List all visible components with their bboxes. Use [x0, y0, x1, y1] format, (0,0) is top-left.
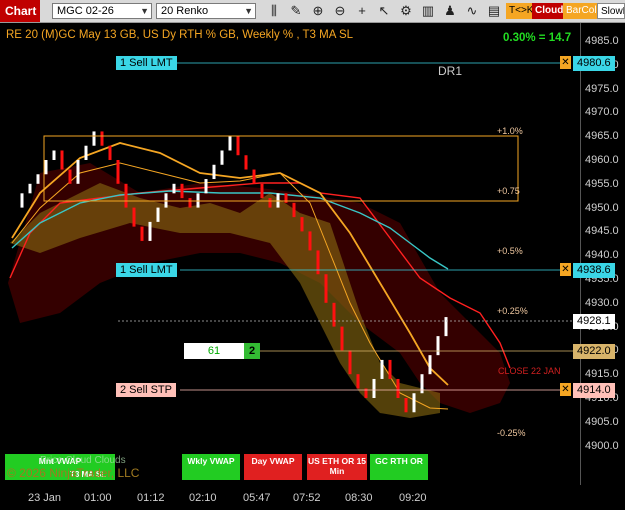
x-tick-label: 02:10	[189, 492, 217, 504]
bar-type-selector[interactable]: 20 Renko ▼	[156, 3, 256, 19]
price-chart	[8, 62, 575, 418]
position-price-tag: 4922.0	[573, 344, 615, 359]
dr-label: DR1	[438, 64, 463, 78]
gc-rth-or-button[interactable]: GC RTH OR	[370, 454, 428, 480]
x-tick-label: 01:12	[137, 492, 165, 504]
y-tick-label: 4950.0	[585, 201, 619, 214]
order-price-tag: 4980.6	[573, 56, 615, 71]
strategy-icon[interactable]: ♟	[442, 3, 458, 19]
properties-icon[interactable]: ⚙	[398, 3, 414, 19]
y-tick-label: 4930.0	[585, 296, 619, 309]
zoom-in-icon[interactable]: ⊕	[310, 3, 326, 19]
barcol-button[interactable]: BarCol	[563, 3, 600, 19]
last-price-tag: 4928.1	[573, 314, 615, 329]
x-tick-label: 05:47	[243, 492, 271, 504]
wkly-vwap-button[interactable]: Wkly VWAP	[182, 454, 240, 480]
pct-level-label: -0.25%	[497, 428, 526, 438]
day-vwap-button[interactable]: Day VWAP	[244, 454, 302, 480]
zoom-out-icon[interactable]: ⊖	[332, 3, 348, 19]
bar-style-icon[interactable]: ⫼	[266, 3, 282, 19]
x-tick-label: 23 Jan	[28, 492, 62, 504]
range-stat: 0.30% = 14.7	[503, 32, 572, 44]
order-price-tag: 4914.0	[573, 383, 615, 398]
chart-toolbar: Chart MGC 02-26 ▼ 20 Renko ▼ ⫼ ✎ ⊕ ⊖ + ↖ ⚙…	[0, 0, 625, 23]
sell-stop-order-tag[interactable]: 2 Sell STP	[116, 383, 176, 397]
y-tick-label: 4905.0	[585, 415, 619, 428]
chart-tab[interactable]: Chart	[0, 0, 40, 22]
position-quantity[interactable]: 2	[244, 343, 260, 359]
pct-level-label: +0.25%	[497, 306, 528, 316]
y-tick-label: 4960.0	[585, 154, 619, 166]
copyright-text: © 2026 NinjaTrader, LLC	[7, 466, 140, 480]
data-box-icon[interactable]: ▤	[486, 3, 502, 19]
y-tick-label: 4945.0	[585, 225, 619, 238]
y-tick-label: 4965.0	[585, 130, 619, 143]
y-tick-label: 4975.0	[585, 82, 619, 95]
y-tick-label: 4915.0	[585, 368, 619, 381]
instrument-label: MGC 02-26	[57, 5, 114, 17]
draw-tool-icon[interactable]: ✎	[288, 3, 304, 19]
pct-level-label: +0.5%	[497, 246, 523, 256]
y-tick-label: 4970.0	[585, 106, 619, 119]
sell-limit-order-tag[interactable]: 1 Sell LMT	[116, 263, 177, 277]
pct-level-label: +0.75	[497, 186, 520, 196]
us-eth-or-button[interactable]: US ETH OR 15 Min	[307, 454, 367, 480]
y-tick-label: 4940.0	[585, 249, 619, 262]
chart-title: RE 20 (M)GC May 13 GB, US Dy RTH % GB, W…	[6, 29, 354, 41]
position-pnl[interactable]: 61	[184, 343, 244, 359]
bar-type-label: 20 Renko	[161, 5, 209, 17]
chevron-down-icon: ▼	[140, 6, 149, 16]
x-tick-label: 07:52	[293, 492, 321, 504]
y-tick-label: 4900.0	[585, 439, 619, 452]
x-tick-label: 01:00	[84, 492, 112, 504]
x-tick-label: 09:20	[399, 492, 427, 504]
order-price-tag: 4938.6	[573, 263, 615, 278]
y-tick-label: 4955.0	[585, 177, 619, 190]
slowm-button[interactable]: SlowM	[597, 3, 625, 19]
crosshair-icon[interactable]: +	[354, 3, 370, 19]
cancel-order-icon[interactable]: ✕	[560, 263, 571, 276]
price-cloud-label: Price Cloud Clouds	[40, 455, 126, 466]
cloud-button[interactable]: Cloud	[532, 3, 567, 19]
close-label: CLOSE 22 JAN	[498, 366, 561, 376]
cursor-icon[interactable]: ↖	[376, 3, 392, 19]
y-tick-label: 4985.0	[585, 35, 619, 47]
hide-icon[interactable]: ▥	[420, 3, 436, 19]
sell-limit-order-tag[interactable]: 1 Sell LMT	[116, 56, 177, 70]
indicator-icon[interactable]: ∿	[464, 3, 480, 19]
pct-level-label: +1.0%	[497, 126, 523, 136]
cancel-order-icon[interactable]: ✕	[560, 383, 571, 396]
cancel-order-icon[interactable]: ✕	[560, 56, 571, 69]
x-tick-label: 08:30	[345, 492, 373, 504]
instrument-selector[interactable]: MGC 02-26 ▼	[52, 3, 152, 19]
chevron-down-icon: ▼	[244, 6, 253, 16]
